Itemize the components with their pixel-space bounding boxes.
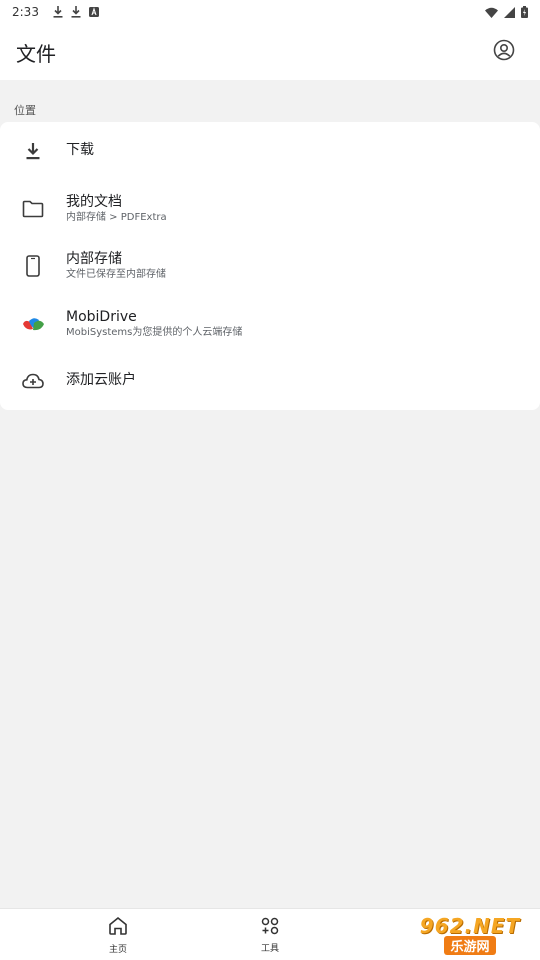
download-icon [0,122,66,179]
location-subtitle: 文件已保存至内部存储 [66,268,166,280]
cloud-add-icon [0,352,66,409]
status-notification-icons [53,6,99,18]
section-label: 位置 [14,104,36,117]
location-title: 内部存储 [66,250,122,267]
page-title: 文件 [16,41,56,66]
account-button[interactable] [484,32,524,72]
location-title: MobiDrive [66,308,137,325]
app-bar: 文件 [0,24,540,80]
status-time: 2:33 [12,5,39,19]
location-item-downloads[interactable]: 下载 [0,122,540,179]
locations-card: 下载 我的文档 内部存储 > PDFExtra 内部存储 文件已保存至内部存储 [0,122,540,410]
nav-tools[interactable]: 工具 [230,909,310,960]
phone-icon [0,237,66,294]
nav-home-label: 主页 [108,944,127,955]
location-item-add-cloud-account[interactable]: 添加云账户 [0,352,540,409]
location-title: 下载 [66,142,94,158]
nav-home[interactable]: 主页 [78,909,158,960]
location-item-mobidrive[interactable]: MobiDrive MobiSystems为您提供的个人云端存储 [0,295,540,352]
download-icon [53,6,63,18]
nav-tools-label: 工具 [260,943,279,954]
watermark-bottom-text: 乐游网 [444,935,496,955]
folder-icon [0,180,66,237]
tools-grid-icon [261,917,279,939]
location-subtitle: MobiSystems为您提供的个人云端存储 [66,326,243,338]
location-subtitle: 内部存储 > PDFExtra [66,211,167,223]
location-title: 添加云账户 [66,372,136,388]
signal-icon [504,6,515,18]
account-circle-icon [493,39,515,65]
a-badge-icon [88,7,99,17]
wifi-icon [485,7,498,18]
home-icon [108,916,128,940]
download-icon [71,6,81,18]
battery-icon [521,6,528,18]
status-system-icons [485,6,528,18]
location-item-internal-storage[interactable]: 内部存储 文件已保存至内部存储 [0,237,540,294]
location-item-my-documents[interactable]: 我的文档 内部存储 > PDFExtra [0,180,540,237]
status-bar: 2:33 [0,0,540,24]
watermark-top-text: 962.NET [419,913,521,938]
location-title: 我的文档 [66,193,122,210]
watermark-logo: 962.NET 乐游网 [400,910,540,958]
mobidrive-icon [0,295,66,352]
